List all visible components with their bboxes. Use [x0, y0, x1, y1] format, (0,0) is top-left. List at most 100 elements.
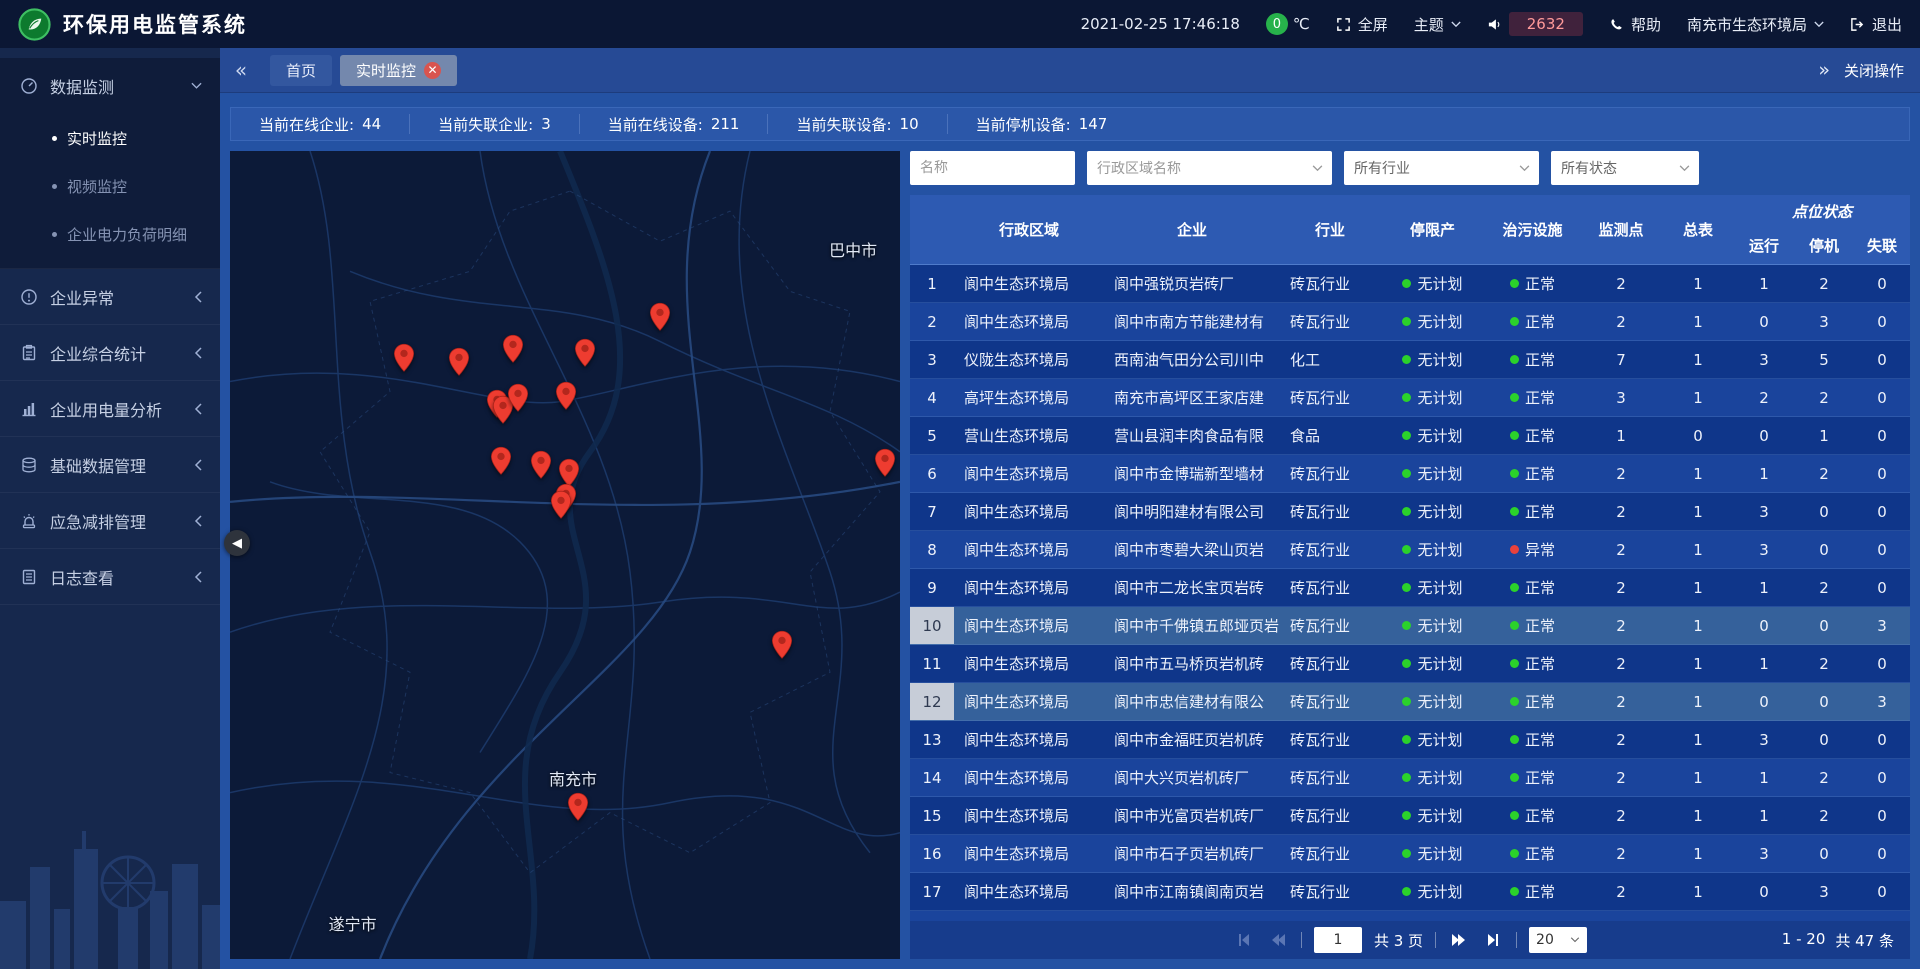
map-marker-pin[interactable]	[393, 343, 415, 373]
cell-company: 阆中强锐页岩砖厂	[1104, 265, 1280, 302]
map-marker-pin[interactable]	[530, 450, 552, 480]
sidebar-item-power-load-detail[interactable]: 企业电力负荷明细	[0, 210, 220, 258]
gauge-icon	[20, 77, 38, 95]
map-marker-pin[interactable]	[448, 347, 470, 377]
table-row[interactable]: 9 阆中生态环境局 阆中市二龙长宝页岩砖 砖瓦行业 无计划 正常 2 1 1 2…	[910, 569, 1910, 607]
map-marker-pin[interactable]	[507, 383, 529, 413]
table-row[interactable]: 1 阆中生态环境局 阆中强锐页岩砖厂 砖瓦行业 无计划 正常 2 1 1 2 0	[910, 265, 1910, 303]
status-dot	[1510, 507, 1519, 516]
map-marker-pin[interactable]	[567, 792, 589, 822]
map-canvas[interactable]: 巴中市南充市遂宁市	[230, 151, 900, 959]
table-row[interactable]: 3 仪陇生态环境局 西南油气田分公司川中 化工 无计划 正常 7 1 3 5 0	[910, 341, 1910, 379]
table-row[interactable]: 18 南部生态环境局 南部县雄师水泥有限公 建材 无计划 正常 2 1 0 3 …	[910, 911, 1910, 921]
sidebar-item-enterprise-statistics[interactable]: 企业综合统计	[0, 325, 220, 381]
theme-dropdown[interactable]: 主题	[1414, 14, 1461, 35]
sidebar-item-electricity-analysis[interactable]: 企业用电量分析	[0, 381, 220, 437]
next-page-button[interactable]	[1448, 929, 1470, 951]
divider	[1301, 932, 1302, 948]
table-row[interactable]: 11 阆中生态环境局 阆中市五马桥页岩机砖 砖瓦行业 无计划 正常 2 1 1 …	[910, 645, 1910, 683]
cell-lost: 0	[1854, 569, 1910, 606]
sidebar-item-realtime-monitoring[interactable]: 实时监控	[0, 114, 220, 162]
row-index: 1	[910, 265, 954, 302]
status-dot	[1510, 659, 1519, 668]
row-index: 3	[910, 341, 954, 378]
table-row[interactable]: 13 阆中生态环境局 阆中市金福旺页岩机砖 砖瓦行业 无计划 正常 2 1 3 …	[910, 721, 1910, 759]
sidebar-item-data-monitoring[interactable]: 数据监测	[0, 58, 220, 114]
table-row[interactable]: 8 阆中生态环境局 阆中市枣碧大梁山页岩 砖瓦行业 无计划 异常 2 1 3 0…	[910, 531, 1910, 569]
cell-region: 营山生态环境局	[954, 417, 1104, 454]
sidebar-item-emergency-reduction[interactable]: 应急减排管理	[0, 493, 220, 549]
industry-filter-select[interactable]: 所有行业	[1344, 151, 1539, 185]
cell-facility-status: 正常	[1485, 341, 1580, 378]
cell-stop-status: 无计划	[1380, 303, 1485, 340]
status-dot	[1402, 317, 1411, 326]
table-row[interactable]: 14 阆中生态环境局 阆中大兴页岩机砖厂 砖瓦行业 无计划 正常 2 1 1 2…	[910, 759, 1910, 797]
table-row[interactable]: 16 阆中生态环境局 阆中市石子页岩机砖厂 砖瓦行业 无计划 正常 2 1 3 …	[910, 835, 1910, 873]
map-marker-pin[interactable]	[874, 448, 896, 478]
logout-button[interactable]: 退出	[1850, 14, 1902, 35]
map-marker-pin[interactable]	[490, 446, 512, 476]
cell-stopped: 2	[1794, 797, 1854, 834]
cell-company: 阆中市金博瑞新型墙材	[1104, 455, 1280, 492]
cell-region: 阆中生态环境局	[954, 835, 1104, 872]
cell-total-meters: 1	[1662, 531, 1734, 568]
table-row[interactable]: 6 阆中生态环境局 阆中市金博瑞新型墙材 砖瓦行业 无计划 正常 2 1 1 2…	[910, 455, 1910, 493]
cell-industry: 化工	[1280, 341, 1380, 378]
sidebar-item-log-view[interactable]: 日志查看	[0, 549, 220, 605]
notice-widget[interactable]: 2632	[1487, 12, 1583, 36]
cell-stopped: 3	[1794, 303, 1854, 340]
status-filter-select[interactable]: 所有状态	[1551, 151, 1699, 185]
organization-dropdown[interactable]: 南充市生态环境局	[1687, 14, 1824, 35]
cell-region: 仪陇生态环境局	[954, 341, 1104, 378]
tab-home[interactable]: 首页	[270, 55, 332, 86]
cell-running: 3	[1734, 341, 1794, 378]
map-marker-pin[interactable]	[649, 302, 671, 332]
stat-label: 当前在线设备:	[608, 114, 703, 135]
cell-running: 1	[1734, 645, 1794, 682]
table-row[interactable]: 15 阆中生态环境局 阆中市光富页岩机砖厂 砖瓦行业 无计划 正常 2 1 1 …	[910, 797, 1910, 835]
table-row[interactable]: 5 营山生态环境局 营山县润丰肉食品有限 食品 无计划 正常 1 0 0 1 0	[910, 417, 1910, 455]
table-row[interactable]: 4 高坪生态环境局 南充市高坪区王家店建 砖瓦行业 无计划 正常 3 1 2 2…	[910, 379, 1910, 417]
map-marker-pin[interactable]	[555, 381, 577, 411]
cell-stopped: 0	[1794, 683, 1854, 720]
cell-stopped: 3	[1794, 911, 1854, 921]
table-row[interactable]: 17 阆中生态环境局 阆中市江南镇阆南页岩 砖瓦行业 无计划 正常 2 1 0 …	[910, 873, 1910, 911]
sidebar-item-enterprise-anomaly[interactable]: 企业异常	[0, 269, 220, 325]
cell-industry: 砖瓦行业	[1280, 759, 1380, 796]
tab-close-icon[interactable]: ✕	[424, 62, 441, 79]
tab-realtime-monitoring[interactable]: 实时监控 ✕	[340, 55, 457, 86]
cell-monitoring-points: 3	[1580, 379, 1662, 416]
sidebar-item-video-monitoring[interactable]: 视频监控	[0, 162, 220, 210]
name-filter-input[interactable]	[910, 151, 1075, 185]
status-dot	[1402, 659, 1411, 668]
last-page-button[interactable]	[1482, 929, 1504, 951]
cell-stopped: 1	[1794, 417, 1854, 454]
page-size-select[interactable]: 20	[1529, 927, 1587, 953]
fullscreen-button[interactable]: 全屏	[1336, 14, 1388, 35]
tabs-scroll-right-button[interactable]: »	[1818, 59, 1830, 81]
cell-region: 阆中生态环境局	[954, 645, 1104, 682]
status-dot	[1402, 393, 1411, 402]
map-marker-pin[interactable]	[574, 338, 596, 368]
temperature-unit: ℃	[1293, 15, 1310, 33]
prev-page-button[interactable]	[1267, 929, 1289, 951]
table-row[interactable]: 10 阆中生态环境局 阆中市千佛镇五郎垭页岩 砖瓦行业 无计划 正常 2 1 0…	[910, 607, 1910, 645]
page-number-input[interactable]	[1314, 927, 1362, 953]
table-row[interactable]: 12 阆中生态环境局 阆中市忠信建材有限公 砖瓦行业 无计划 正常 2 1 0 …	[910, 683, 1910, 721]
cell-stopped: 0	[1794, 493, 1854, 530]
close-operations-button[interactable]: 关闭操作	[1844, 60, 1904, 81]
header-running: 运行	[1734, 227, 1794, 264]
map-marker-pin[interactable]	[771, 630, 793, 660]
sidebar-item-basic-data-management[interactable]: 基础数据管理	[0, 437, 220, 493]
first-page-button[interactable]	[1233, 929, 1255, 951]
map-city-label: 南充市	[549, 766, 597, 790]
table-row[interactable]: 7 阆中生态环境局 阆中明阳建材有限公司 砖瓦行业 无计划 正常 2 1 3 0…	[910, 493, 1910, 531]
map-marker-pin[interactable]	[502, 334, 524, 364]
help-button[interactable]: 帮助	[1609, 14, 1661, 35]
region-filter-select[interactable]: 行政区域名称	[1087, 151, 1332, 185]
table-row[interactable]: 2 阆中生态环境局 阆中市南方节能建材有 砖瓦行业 无计划 正常 2 1 0 3…	[910, 303, 1910, 341]
map-collapse-handle[interactable]: ◀	[224, 530, 250, 556]
map-marker-pin[interactable]	[550, 490, 572, 520]
tabs-scroll-left-button[interactable]: «	[220, 48, 262, 93]
cell-running: 2	[1734, 379, 1794, 416]
